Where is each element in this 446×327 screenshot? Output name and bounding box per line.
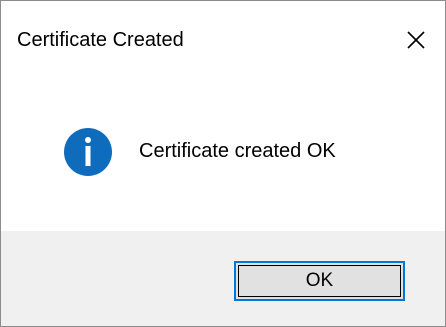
close-button[interactable] — [387, 15, 445, 65]
close-icon — [407, 31, 425, 49]
message-text: Certificate created OK — [139, 140, 336, 162]
window-title: Certificate Created — [17, 29, 184, 51]
dialog-content: Certificate created OK — [1, 75, 445, 231]
info-icon — [64, 128, 112, 176]
message-dialog: Certificate Created Certificate created … — [0, 0, 446, 327]
title-bar: Certificate Created — [1, 1, 445, 75]
ok-button-label: OK — [305, 270, 334, 291]
button-bar: OK — [1, 231, 445, 326]
ok-button[interactable]: OK — [234, 261, 405, 301]
